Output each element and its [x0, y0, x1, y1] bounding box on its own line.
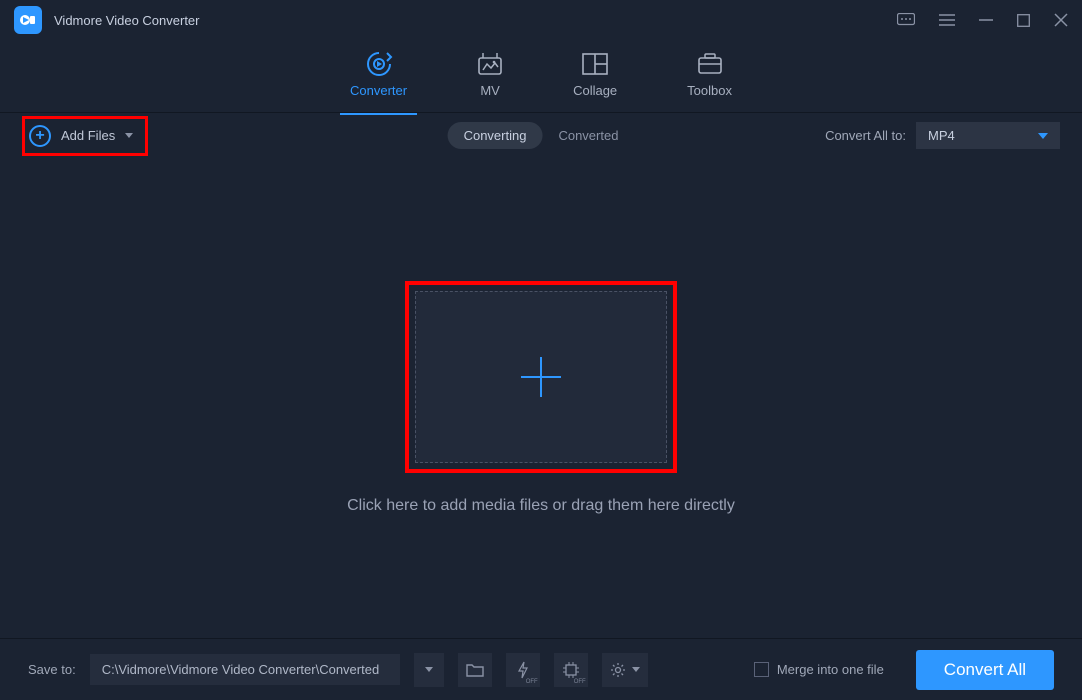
- tab-mv-label: MV: [480, 83, 500, 98]
- collage-icon: [582, 51, 608, 77]
- converter-icon: [365, 51, 393, 77]
- save-to-label: Save to:: [28, 662, 76, 677]
- off-badge: OFF: [574, 679, 586, 685]
- main-tabs: Converter MV Collage Toolbox: [0, 40, 1082, 113]
- save-path-input[interactable]: C:\Vidmore\Vidmore Video Converter\Conve…: [90, 654, 400, 685]
- format-selected-value: MP4: [928, 128, 955, 143]
- merge-label: Merge into one file: [777, 662, 884, 677]
- chip-icon: [562, 661, 580, 679]
- save-path-dropdown[interactable]: [414, 653, 444, 687]
- toolbox-icon: [697, 51, 723, 77]
- folder-icon: [466, 663, 484, 677]
- save-path-value: C:\Vidmore\Vidmore Video Converter\Conve…: [102, 662, 379, 677]
- tab-toolbox-label: Toolbox: [687, 83, 732, 98]
- maximize-icon[interactable]: [1017, 14, 1030, 27]
- format-select[interactable]: MP4: [916, 122, 1060, 149]
- add-files-label: Add Files: [61, 128, 115, 143]
- chevron-down-icon: [1038, 133, 1048, 139]
- tab-converter[interactable]: Converter: [350, 51, 407, 102]
- convert-all-to-label: Convert All to:: [825, 128, 906, 143]
- window-controls: [897, 13, 1068, 27]
- drop-hint: Click here to add media files or drag th…: [347, 497, 735, 515]
- high-speed-button[interactable]: OFF: [506, 653, 540, 687]
- chevron-down-icon: [425, 667, 433, 672]
- open-folder-button[interactable]: [458, 653, 492, 687]
- convert-all-to: Convert All to: MP4: [825, 122, 1060, 149]
- app-logo: [14, 6, 42, 34]
- app-title: Vidmore Video Converter: [54, 13, 897, 28]
- chevron-down-icon: [632, 667, 640, 672]
- bottom-bar: Save to: C:\Vidmore\Vidmore Video Conver…: [0, 638, 1082, 700]
- settings-button[interactable]: [602, 653, 648, 687]
- convert-all-button[interactable]: Convert All: [916, 650, 1054, 690]
- chevron-down-icon: [125, 133, 133, 138]
- add-files-button[interactable]: + Add Files: [29, 125, 133, 147]
- tab-converting[interactable]: Converting: [448, 122, 543, 149]
- tab-converted[interactable]: Converted: [542, 122, 634, 149]
- merge-checkbox[interactable]: Merge into one file: [754, 662, 884, 677]
- mv-icon: [477, 51, 503, 77]
- tab-toolbox[interactable]: Toolbox: [687, 51, 732, 102]
- feedback-icon[interactable]: [897, 13, 915, 27]
- titlebar: Vidmore Video Converter: [0, 0, 1082, 40]
- menu-icon[interactable]: [939, 14, 955, 26]
- drop-area-highlight: [405, 281, 677, 473]
- status-tabs: Converting Converted: [448, 122, 635, 149]
- gear-icon: [610, 662, 626, 678]
- sub-toolbar: + Add Files Converting Converted Convert…: [0, 113, 1082, 158]
- close-icon[interactable]: [1054, 13, 1068, 27]
- tab-collage[interactable]: Collage: [573, 51, 617, 102]
- minimize-icon[interactable]: [979, 13, 993, 27]
- gpu-button[interactable]: OFF: [554, 653, 588, 687]
- lightning-icon: [517, 661, 529, 679]
- checkbox-icon: [754, 662, 769, 677]
- content-area: Click here to add media files or drag th…: [0, 158, 1082, 638]
- tab-mv[interactable]: MV: [477, 51, 503, 102]
- off-badge: OFF: [526, 679, 538, 685]
- drop-area[interactable]: [415, 291, 667, 463]
- plus-icon: [517, 353, 565, 401]
- tab-collage-label: Collage: [573, 83, 617, 98]
- plus-circle-icon: +: [29, 125, 51, 147]
- tab-converter-label: Converter: [350, 83, 407, 98]
- add-files-highlight: + Add Files: [22, 116, 148, 156]
